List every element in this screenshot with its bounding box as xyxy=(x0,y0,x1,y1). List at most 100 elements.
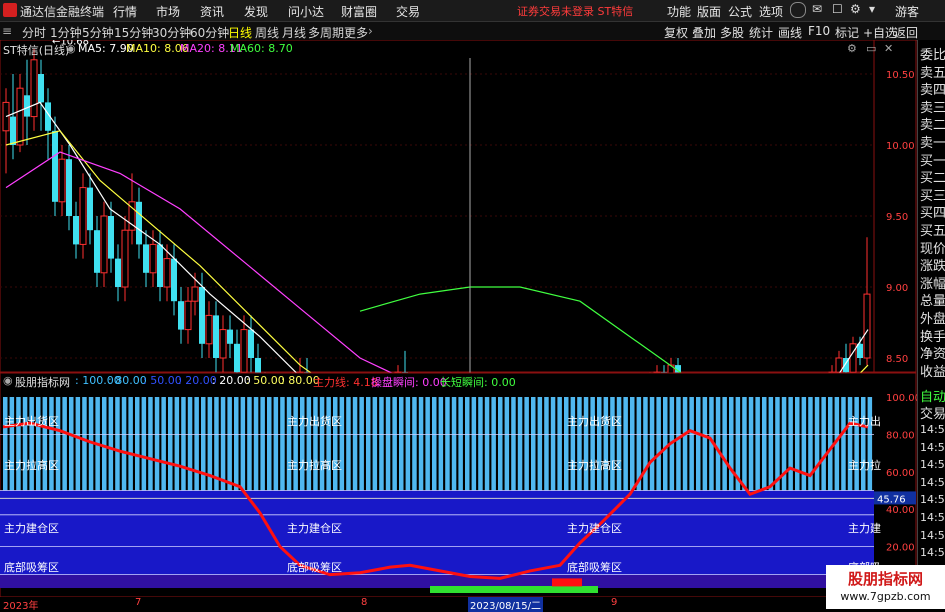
zone-bar-upper xyxy=(22,397,28,491)
zone-bar-upper xyxy=(168,397,173,491)
candle-body-up xyxy=(2,101,10,132)
zone-bar-upper xyxy=(359,397,364,491)
message-icon[interactable]: ✉ xyxy=(812,2,822,16)
tool-restore-rights[interactable]: 复权 xyxy=(664,24,688,41)
zone-label-build: 主力建仓区 xyxy=(567,522,622,535)
zone-bar-upper xyxy=(498,397,503,491)
candle-body-down xyxy=(87,187,93,231)
zone-bar-upper xyxy=(339,397,345,491)
zone-bar-upper xyxy=(841,397,846,491)
tool-statistics[interactable]: 统计 xyxy=(749,24,773,41)
skin-icon[interactable]: ☐ xyxy=(832,2,843,16)
zone-bar-upper xyxy=(286,397,292,491)
menu-quotes[interactable]: 行情 xyxy=(113,3,137,20)
zone-bar-upper xyxy=(36,397,41,491)
menu-wealth[interactable]: 财富圈 xyxy=(341,3,377,20)
zone-bar-upper xyxy=(82,397,87,491)
sidebar-field-15: 外盘 xyxy=(920,312,945,327)
menu-trade[interactable]: 交易 xyxy=(396,3,420,20)
zone-bar-upper xyxy=(689,397,694,491)
user-icon[interactable] xyxy=(790,2,806,18)
trade-time-3: 14:56 xyxy=(920,475,945,489)
settings-icon[interactable]: ⚙ xyxy=(850,2,861,16)
period-monthly[interactable]: 月线 xyxy=(282,24,306,41)
signal-bar-red xyxy=(552,578,582,587)
chart-close-icon[interactable]: ✕ xyxy=(884,42,893,55)
ind-tick-0: 100.00 xyxy=(886,393,917,404)
zone-bar-upper xyxy=(3,397,8,491)
indicator-settings-icon[interactable]: ◉ xyxy=(3,374,13,387)
period-timeshare[interactable]: 分时 xyxy=(22,24,46,41)
period-30min[interactable]: 30分钟 xyxy=(152,24,191,41)
price-tick-3: 9.00 xyxy=(886,283,908,294)
zone-bar-upper xyxy=(696,397,701,491)
menu-layout[interactable]: 版面 xyxy=(697,3,721,20)
zone-bar-upper xyxy=(247,397,252,491)
zone-bar-upper xyxy=(306,397,312,491)
dropdown-icon[interactable]: ▾ xyxy=(869,2,875,16)
period-60min[interactable]: 60分钟 xyxy=(190,24,229,41)
zone-bar-upper xyxy=(795,397,800,491)
sidebar-field-5: 卖一 xyxy=(920,136,945,151)
crosshair-value: 45.76 xyxy=(877,494,906,505)
sidebar-field-6: 买一 xyxy=(920,153,945,169)
menu-function[interactable]: 功能 xyxy=(667,3,691,20)
x-label-aug: 8 xyxy=(361,597,368,608)
sidebar-trade[interactable]: 交易 xyxy=(920,403,945,422)
period-multi[interactable]: 多周期 xyxy=(308,24,344,41)
collapse-icon[interactable]: ≡ xyxy=(2,24,12,38)
period-1min[interactable]: 1分钟 xyxy=(50,24,82,41)
ind-tick-1: 80.00 xyxy=(886,430,915,441)
tool-draw-line[interactable]: 画线 xyxy=(778,24,802,41)
guest-label[interactable]: 游客 xyxy=(895,3,919,20)
tool-overlay[interactable]: 叠加 xyxy=(692,24,716,41)
chart-settings-icon[interactable]: ⚙ xyxy=(847,42,857,55)
menu-ask[interactable]: 问小达 xyxy=(288,3,324,20)
indicator-name: 股朋指标网 xyxy=(15,376,70,389)
tool-multi-stock[interactable]: 多股 xyxy=(720,24,744,41)
zone-bar-upper xyxy=(616,397,622,491)
zone-bar-upper xyxy=(471,397,477,491)
period-daily[interactable]: 日线 xyxy=(228,24,252,41)
legend-dropdown-icon[interactable]: ◉ xyxy=(66,42,76,55)
menu-market[interactable]: 市场 xyxy=(156,3,180,20)
zone-bar-upper xyxy=(135,397,140,491)
longterm-value: 长短瞬间: 0.00 xyxy=(440,376,516,389)
manip-value: 操盘瞬间: 0.00 xyxy=(371,376,447,389)
tool-add-favorite[interactable]: +自选 xyxy=(863,24,897,41)
candle-body-up xyxy=(163,258,171,288)
menu-formula[interactable]: 公式 xyxy=(728,3,752,20)
period-weekly[interactable]: 周线 xyxy=(255,24,279,41)
kline-chart[interactable]: 10.5010.009.509.008.508.007.50←10.68←7.1… xyxy=(0,40,917,597)
zone-bar-upper xyxy=(49,397,54,491)
tool-f10[interactable]: F10 xyxy=(808,24,830,38)
zone-bar-upper xyxy=(458,397,463,491)
zone-label-raise: 主力拉 xyxy=(848,459,881,472)
period-15min[interactable]: 15分钟 xyxy=(114,24,153,41)
zone-bar-upper xyxy=(399,397,404,491)
chart-minimize-icon[interactable]: ▭ xyxy=(866,42,876,55)
candle-body-down xyxy=(143,244,149,273)
zone-bar-upper xyxy=(115,397,120,491)
period-5min[interactable]: 5分钟 xyxy=(82,24,114,41)
trade-time-0: 14:56 xyxy=(920,423,945,436)
ind-tick-2: 60.00 xyxy=(886,468,915,479)
period-more[interactable]: 更多 xyxy=(344,24,368,41)
zone-bar-upper xyxy=(722,397,727,491)
tool-mark[interactable]: 标记 xyxy=(835,24,859,41)
zone-bar-upper xyxy=(9,397,15,491)
tool-back[interactable]: 返回 xyxy=(894,24,918,41)
zone-bar-upper xyxy=(346,397,351,491)
menu-news[interactable]: 资讯 xyxy=(200,3,224,20)
candle-body-up xyxy=(191,286,199,302)
trade-time-6: 14:56 xyxy=(920,528,945,542)
menu-discover[interactable]: 发现 xyxy=(244,3,268,20)
zone-bar-upper xyxy=(42,397,48,491)
zone-bar-upper xyxy=(577,397,582,491)
menu-options[interactable]: 选项 xyxy=(759,3,783,20)
zone-bar-upper xyxy=(729,397,734,491)
candle-body-down xyxy=(10,116,16,145)
zone-bar-upper xyxy=(425,397,430,491)
more-chevron-icon[interactable]: › xyxy=(368,24,373,38)
zone-bar-upper xyxy=(847,397,853,491)
